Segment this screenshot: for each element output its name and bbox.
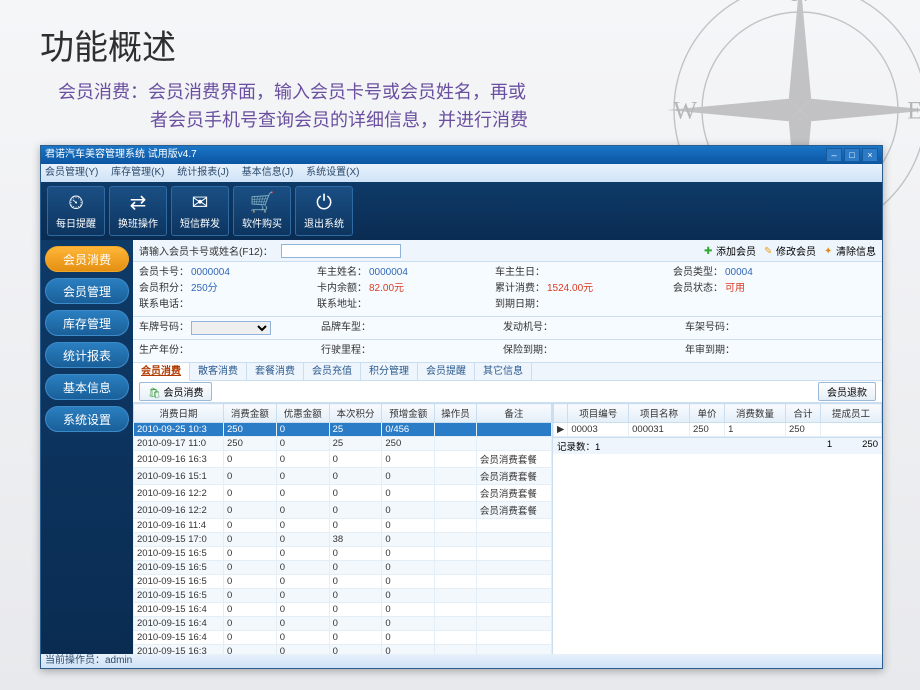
maximize-button[interactable]: □ [844, 148, 860, 162]
history-table[interactable]: 消费日期 消费金额 优惠金额 本次积分 预增金额 操作员 备注 2010-09-… [133, 403, 553, 654]
tab-package[interactable]: 套餐消费 [247, 363, 304, 380]
car-info-panel-2: 生产年份： 行驶里程： 保险到期： 年审到期： [133, 340, 882, 363]
minimize-button[interactable]: – [826, 148, 842, 162]
consume-button[interactable]: 🛍 会员消费 [139, 382, 212, 401]
menu-report[interactable]: 统计报表(J) [177, 167, 229, 178]
toolbar-sms[interactable]: ✉ 短信群发 [171, 186, 229, 236]
tab-other[interactable]: 其它信息 [475, 363, 532, 380]
slide-desc: 会员消费：会员消费界面，输入会员卡号或会员姓名，再或 者会员手机号查询会员的详细… [0, 79, 760, 143]
points: 250分 [191, 281, 218, 297]
current-user: admin [105, 655, 132, 666]
tab-consume[interactable]: 会员消费 [133, 363, 190, 381]
slide-title: 功能概述 [0, 0, 920, 79]
broom-icon: ✦ [824, 246, 834, 256]
table-row[interactable]: 2010-09-15 16:50000 [134, 547, 552, 561]
sidebar-base[interactable]: 基本信息 [45, 374, 129, 400]
pencil-icon: ✎ [764, 246, 774, 256]
sidebar-report[interactable]: 统计报表 [45, 342, 129, 368]
member-type: 00004 [725, 265, 753, 281]
close-button[interactable]: × [862, 148, 878, 162]
table-row[interactable]: ▶000030000312501250 [554, 423, 882, 437]
sidebar: 会员消费 会员管理 库存管理 统计报表 基本信息 系统设置 [41, 240, 133, 654]
search-label: 请输入会员卡号或姓名(F12)： [139, 243, 273, 258]
table-row[interactable]: 2010-09-17 11:0250025250 [134, 437, 552, 451]
app-window: 君诺汽车美容管理系统 试用版v4.7 – □ × 会员管理(Y) 库存管理(K)… [40, 145, 883, 669]
sidebar-consume[interactable]: 会员消费 [45, 246, 129, 272]
refund-button[interactable]: 会员退款 [818, 382, 876, 401]
total-spend: 1524.00元 [547, 281, 593, 297]
power-icon: ⏻ [316, 193, 332, 213]
balance: 82.00元 [369, 281, 404, 297]
sidebar-member[interactable]: 会员管理 [45, 278, 129, 304]
app-title: 君诺汽车美容管理系统 试用版v4.7 [45, 146, 197, 164]
toolbar-exit[interactable]: ⏻ 退出系统 [295, 186, 353, 236]
clear-info-link[interactable]: ✦ 清除信息 [824, 243, 876, 258]
menu-stock[interactable]: 库存管理(K) [111, 167, 164, 178]
table-row[interactable]: 2010-09-16 16:30000会员消费套餐 [134, 451, 552, 468]
plate-select[interactable] [191, 321, 271, 335]
search-input[interactable] [281, 244, 401, 258]
tab-recharge[interactable]: 会员充值 [304, 363, 361, 380]
items-summary: 记录数：1 1 250 [553, 437, 882, 454]
sub-toolbar: 🛍 会员消费 会员退款 [133, 381, 882, 403]
statusbar: 当前操作员：admin [41, 654, 882, 668]
table-row[interactable]: 2010-09-15 17:000380 [134, 533, 552, 547]
owner-name: 0000004 [369, 265, 408, 281]
car-info-panel: 车牌号码： 品牌车型： 发动机号： 车架号码： [133, 317, 882, 340]
cart-icon: 🛍 [148, 388, 161, 399]
cart-icon: 🛒 [250, 193, 275, 213]
table-row[interactable]: 2010-09-15 16:50000 [134, 575, 552, 589]
table-row[interactable]: 2010-09-15 16:50000 [134, 589, 552, 603]
table-row[interactable]: 2010-09-15 16:30000 [134, 645, 552, 655]
tab-remind[interactable]: 会员提醒 [418, 363, 475, 380]
member-info-panel: 会员卡号：0000004 车主姓名：0000004 车主生日： 会员类型：000… [133, 262, 882, 317]
status: 可用 [725, 281, 745, 297]
toolbar-shift[interactable]: ⇄ 换班操作 [109, 186, 167, 236]
toolbar-buy[interactable]: 🛒 软件购买 [233, 186, 291, 236]
toolbar: ⏲ 每日提醒 ⇄ 换班操作 ✉ 短信群发 🛒 软件购买 ⏻ 退出系统 [41, 182, 882, 240]
search-bar: 请输入会员卡号或姓名(F12)： ✚ 添加会员 ✎ 修改会员 ✦ 清除信息 [133, 240, 882, 262]
plus-icon: ✚ [704, 246, 714, 256]
swap-icon: ⇄ [130, 193, 147, 213]
svg-text:E: E [907, 97, 920, 124]
table-row[interactable]: 2010-09-15 16:40000 [134, 603, 552, 617]
table-row[interactable]: 2010-09-15 16:50000 [134, 561, 552, 575]
table-row[interactable]: 2010-09-25 10:32500250/456 [134, 423, 552, 437]
table-row[interactable]: 2010-09-16 12:20000会员消费套餐 [134, 485, 552, 502]
envelope-icon: ✉ [192, 193, 209, 213]
table-row[interactable]: 2010-09-15 16:40000 [134, 631, 552, 645]
card-no: 0000004 [191, 265, 230, 281]
table-row[interactable]: 2010-09-16 12:20000会员消费套餐 [134, 502, 552, 519]
tab-guest[interactable]: 散客消费 [190, 363, 247, 380]
menu-member[interactable]: 会员管理(Y) [45, 167, 98, 178]
sidebar-setting[interactable]: 系统设置 [45, 406, 129, 432]
toolbar-remind[interactable]: ⏲ 每日提醒 [47, 186, 105, 236]
tab-points[interactable]: 积分管理 [361, 363, 418, 380]
sidebar-stock[interactable]: 库存管理 [45, 310, 129, 336]
table-row[interactable]: 2010-09-16 11:40000 [134, 519, 552, 533]
items-table[interactable]: 项目编号 项目名称 单价 消费数量 合计 提成员工 ▶0000300003125… [553, 403, 882, 654]
menu-base[interactable]: 基本信息(J) [242, 167, 294, 178]
titlebar: 君诺汽车美容管理系统 试用版v4.7 – □ × [41, 146, 882, 164]
tabs: 会员消费 散客消费 套餐消费 会员充值 积分管理 会员提醒 其它信息 [133, 363, 882, 381]
clock-icon: ⏲ [68, 193, 84, 213]
table-row[interactable]: 2010-09-15 16:40000 [134, 617, 552, 631]
menu-setting[interactable]: 系统设置(X) [306, 167, 359, 178]
edit-member-link[interactable]: ✎ 修改会员 [764, 243, 816, 258]
table-row[interactable]: 2010-09-16 15:10000会员消费套餐 [134, 468, 552, 485]
menubar: 会员管理(Y) 库存管理(K) 统计报表(J) 基本信息(J) 系统设置(X) [41, 164, 882, 182]
add-member-link[interactable]: ✚ 添加会员 [704, 243, 756, 258]
